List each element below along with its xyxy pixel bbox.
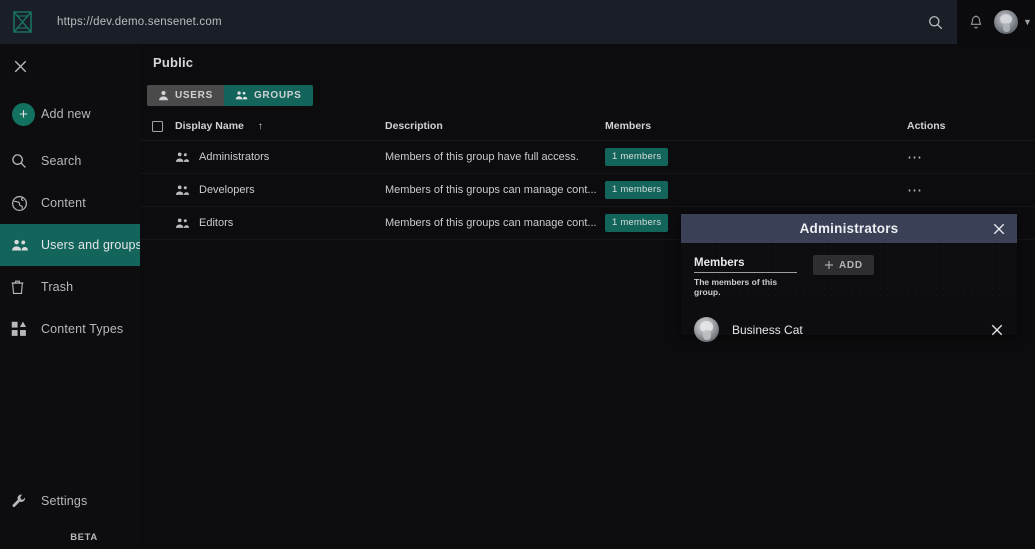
row-name-cell: Administrators bbox=[175, 151, 385, 164]
content-types-icon bbox=[11, 321, 41, 337]
avatar bbox=[994, 10, 1018, 34]
row-members-cell: 1 members bbox=[605, 181, 907, 199]
row-members-cell: 1 members bbox=[605, 148, 907, 166]
table-row[interactable]: Developers Members of this groups can ma… bbox=[140, 174, 1035, 207]
sidebar-item-users-and-groups[interactable]: Users and groups bbox=[0, 224, 143, 266]
sidebar-item-label: Settings bbox=[41, 494, 88, 508]
row-description: Members of this group have full access. bbox=[385, 151, 579, 163]
trash-icon bbox=[11, 279, 41, 295]
sensenet-logo-icon[interactable] bbox=[0, 0, 44, 44]
beta-badge: BETA bbox=[70, 532, 98, 543]
plus-icon bbox=[825, 261, 834, 270]
top-bar: https://dev.demo.sensenet.com ▼ bbox=[0, 0, 1035, 44]
row-description: Members of this groups can manage cont..… bbox=[385, 184, 597, 196]
sidebar-item-trash[interactable]: Trash bbox=[0, 266, 140, 308]
row-name-cell: Developers bbox=[175, 184, 385, 197]
row-actions-cell: ⋯ bbox=[907, 150, 1035, 165]
sidebar-settings-wrap: Settings bbox=[0, 480, 140, 522]
column-header-members[interactable]: Members bbox=[605, 120, 907, 132]
sidebar-item-label: Content Types bbox=[41, 322, 124, 336]
member-name: Business Cat bbox=[732, 322, 803, 337]
top-bar-actions: ▼ bbox=[957, 0, 1035, 44]
notifications-bell-icon[interactable] bbox=[961, 14, 991, 30]
wrench-icon bbox=[11, 493, 41, 509]
members-field-label: Members bbox=[694, 257, 797, 273]
close-icon[interactable] bbox=[992, 222, 1006, 236]
group-name: Administrators bbox=[199, 151, 270, 163]
select-all-cell bbox=[140, 120, 175, 132]
people-group-icon bbox=[175, 152, 190, 162]
sidebar-item-content[interactable]: Content bbox=[0, 182, 140, 224]
sidebar-item-search[interactable]: Search bbox=[0, 140, 140, 182]
row-description: Members of this groups can manage cont..… bbox=[385, 217, 597, 229]
row-name-cell: Editors bbox=[175, 217, 385, 230]
people-group-icon bbox=[235, 91, 248, 100]
member-avatar bbox=[694, 317, 719, 342]
sort-ascending-icon: ↑ bbox=[257, 120, 263, 132]
dialog-body: Members The members of this group. ADD B… bbox=[681, 243, 1017, 342]
column-header-display-name[interactable]: Display Name ↑ bbox=[175, 120, 385, 132]
app-root: https://dev.demo.sensenet.com ▼ + Add ne… bbox=[0, 0, 1035, 549]
top-bar-main: https://dev.demo.sensenet.com bbox=[0, 0, 957, 44]
sidebar-item-label: Trash bbox=[41, 280, 74, 294]
people-group-icon bbox=[175, 185, 190, 195]
user-menu-button[interactable]: ▼ bbox=[994, 10, 1032, 34]
select-all-checkbox[interactable] bbox=[152, 120, 163, 132]
members-field-row: Members The members of this group. ADD bbox=[694, 255, 1004, 297]
table-row[interactable]: Administrators Members of this group hav… bbox=[140, 141, 1035, 174]
tab-label: USERS bbox=[175, 90, 213, 101]
tab-bar: USERS GROUPS bbox=[147, 85, 313, 106]
more-horizontal-icon[interactable]: ⋯ bbox=[907, 150, 924, 165]
dialog-header: Administrators bbox=[681, 214, 1017, 243]
column-header-description[interactable]: Description bbox=[385, 120, 605, 132]
group-name: Developers bbox=[199, 184, 255, 196]
sidebar-item-add-new[interactable]: + Add new bbox=[0, 88, 140, 140]
column-label: Display Name bbox=[175, 120, 244, 132]
group-name: Editors bbox=[199, 217, 234, 229]
members-badge[interactable]: 1 members bbox=[605, 148, 669, 166]
tab-users[interactable]: USERS bbox=[147, 85, 224, 106]
more-horizontal-icon[interactable]: ⋯ bbox=[907, 183, 924, 198]
tab-label: GROUPS bbox=[253, 90, 302, 101]
sidebar-item-settings[interactable]: Settings bbox=[0, 480, 140, 522]
user-icon bbox=[159, 90, 168, 101]
members-field: Members The members of this group. bbox=[694, 257, 797, 297]
search-icon bbox=[11, 153, 41, 169]
tab-groups[interactable]: GROUPS bbox=[223, 85, 313, 106]
sidebar-item-content-types[interactable]: Content Types bbox=[0, 308, 140, 350]
row-actions-cell: ⋯ bbox=[907, 183, 1035, 198]
sidebar-item-label: Content bbox=[41, 196, 86, 210]
url-text: https://dev.demo.sensenet.com bbox=[57, 16, 222, 28]
globe-icon bbox=[11, 195, 41, 212]
sidebar-item-label: Search bbox=[41, 154, 82, 168]
dialog-title: Administrators bbox=[799, 221, 899, 236]
search-icon[interactable] bbox=[913, 0, 957, 44]
people-group-icon bbox=[175, 218, 190, 228]
group-members-dialog: Administrators Members The members of th… bbox=[681, 214, 1017, 342]
page-title: Public bbox=[153, 55, 194, 70]
plus-circle-icon: + bbox=[11, 102, 41, 126]
sidebar-item-label: Add new bbox=[41, 107, 91, 121]
close-icon[interactable] bbox=[0, 44, 140, 88]
column-header-actions: Actions bbox=[907, 120, 946, 132]
add-button-label: ADD bbox=[839, 259, 863, 271]
members-badge[interactable]: 1 members bbox=[605, 214, 669, 232]
member-list-item[interactable]: Business Cat bbox=[694, 317, 1004, 342]
people-group-icon bbox=[11, 238, 41, 253]
remove-member-icon[interactable] bbox=[990, 323, 1004, 337]
members-badge[interactable]: 1 members bbox=[605, 181, 669, 199]
sidebar: + Add new Search Content Users and group… bbox=[0, 44, 143, 549]
members-field-help: The members of this group. bbox=[694, 277, 778, 297]
table-header-row: Display Name ↑ Description Members Actio… bbox=[140, 112, 1035, 141]
sidebar-item-label: Users and groups bbox=[41, 238, 143, 252]
chevron-down-icon: ▼ bbox=[1023, 16, 1032, 27]
add-member-button[interactable]: ADD bbox=[813, 255, 874, 275]
